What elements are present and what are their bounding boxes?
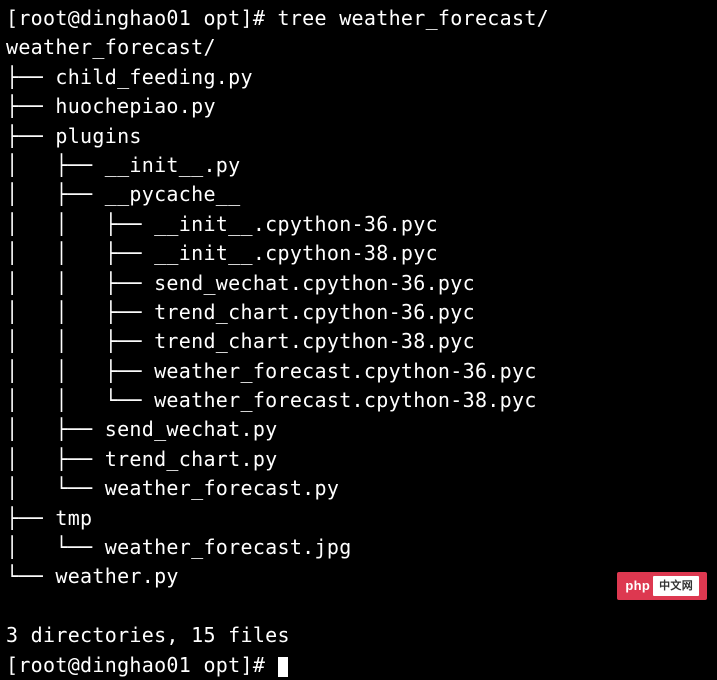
tree-entry: │ ├── send_wechat.py bbox=[6, 415, 711, 444]
blank-line bbox=[6, 592, 711, 621]
tree-entry: │ ├── __pycache__ bbox=[6, 180, 711, 209]
tree-entry: │ │ ├── __init__.cpython-38.pyc bbox=[6, 239, 711, 268]
tree-entry: ├── plugins bbox=[6, 122, 711, 151]
tree-entry: │ │ ├── trend_chart.cpython-38.pyc bbox=[6, 327, 711, 356]
tree-entry: │ │ ├── send_wechat.cpython-36.pyc bbox=[6, 269, 711, 298]
tree-root: weather_forecast/ bbox=[6, 33, 711, 62]
tree-entry: ├── huochepiao.py bbox=[6, 92, 711, 121]
prompt-line-2[interactable]: [root@dinghao01 opt]# bbox=[6, 651, 711, 680]
summary-line: 3 directories, 15 files bbox=[6, 621, 711, 650]
prompt-text: [root@dinghao01 opt]# tree weather_forec… bbox=[6, 6, 549, 30]
tree-entry: ├── child_feeding.py bbox=[6, 63, 711, 92]
watermark-left: php bbox=[625, 576, 650, 595]
prompt-line: [root@dinghao01 opt]# tree weather_forec… bbox=[6, 4, 711, 33]
tree-entry: │ └── weather_forecast.py bbox=[6, 474, 711, 503]
tree-entry: │ │ ├── trend_chart.cpython-36.pyc bbox=[6, 298, 711, 327]
tree-entry: │ ├── __init__.py bbox=[6, 151, 711, 180]
tree-entry: │ │ ├── __init__.cpython-36.pyc bbox=[6, 210, 711, 239]
tree-entry: ├── tmp bbox=[6, 504, 711, 533]
tree-output: ├── child_feeding.py├── huochepiao.py├──… bbox=[6, 63, 711, 592]
watermark-badge: php 中文网 bbox=[617, 572, 707, 600]
watermark-right: 中文网 bbox=[653, 576, 699, 596]
tree-entry: │ │ └── weather_forecast.cpython-38.pyc bbox=[6, 386, 711, 415]
tree-entry: │ │ ├── weather_forecast.cpython-36.pyc bbox=[6, 357, 711, 386]
tree-entry: └── weather.py bbox=[6, 562, 711, 591]
cursor bbox=[278, 657, 288, 677]
tree-entry: │ ├── trend_chart.py bbox=[6, 445, 711, 474]
tree-entry: │ └── weather_forecast.jpg bbox=[6, 533, 711, 562]
